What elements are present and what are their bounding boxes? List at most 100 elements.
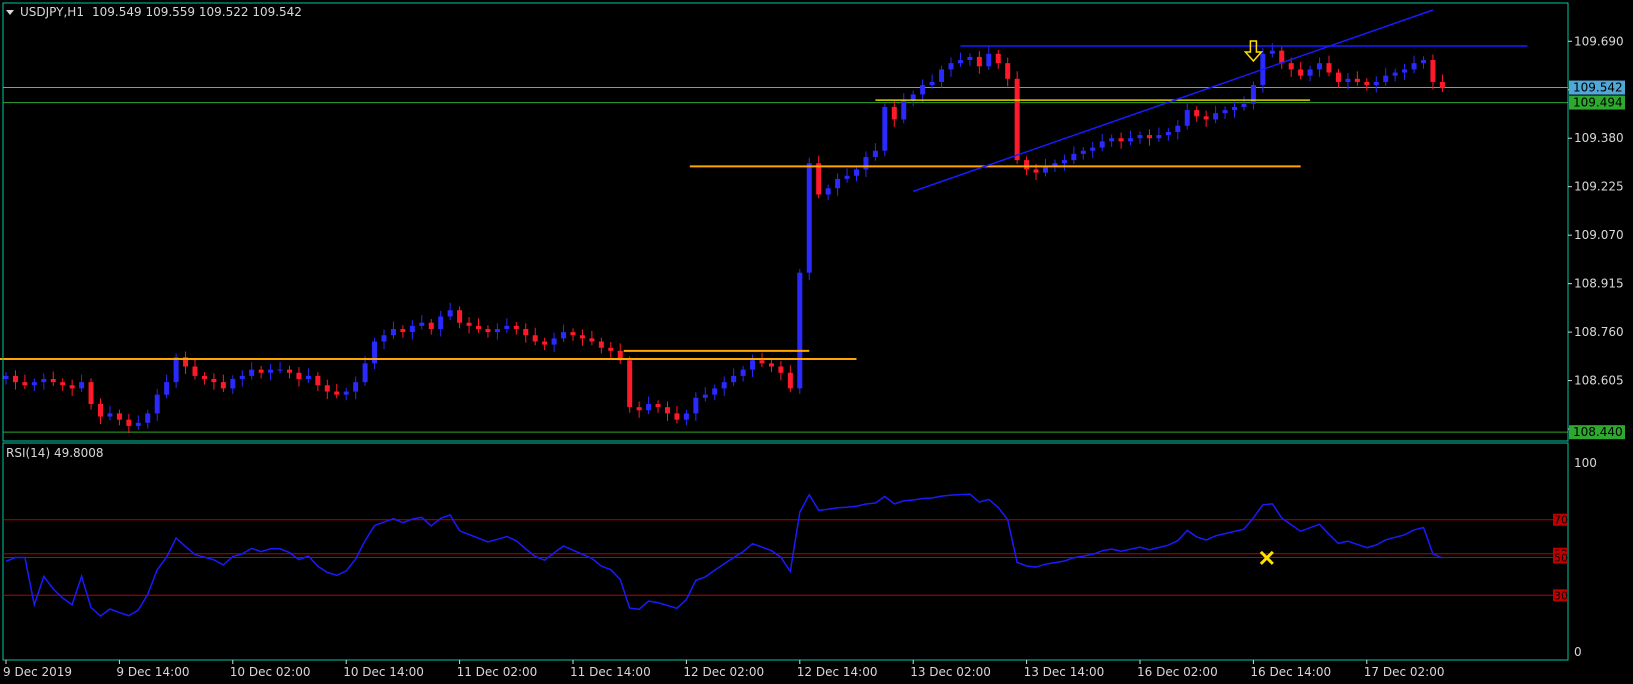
candle-body	[1439, 81, 1445, 89]
candle-body	[1137, 135, 1143, 139]
candle-body	[1080, 150, 1086, 154]
time-tick-label: 9 Dec 14:00	[116, 665, 189, 679]
candle-body	[712, 388, 718, 395]
candle-body	[570, 332, 576, 336]
candle-body	[107, 413, 113, 417]
price-tick-label: 108.760	[1574, 325, 1624, 339]
candle-body	[154, 394, 160, 414]
candle-body	[1421, 60, 1426, 64]
time-tick-label: 10 Dec 02:00	[230, 665, 311, 679]
candle-body	[41, 379, 47, 383]
candle-body	[69, 385, 75, 389]
candle-body	[797, 272, 803, 389]
candle-body	[22, 382, 28, 386]
candle-body	[995, 53, 1001, 64]
candle-body	[655, 404, 661, 408]
candle-body	[145, 413, 151, 423]
candle-body	[1288, 63, 1294, 70]
candle-body	[665, 407, 670, 414]
candle-body	[1279, 50, 1285, 64]
candle-body	[79, 382, 85, 389]
candle-body	[1014, 78, 1020, 161]
candle-body	[1033, 169, 1039, 173]
candle-body	[1345, 78, 1351, 82]
candle-body	[343, 391, 349, 395]
price-tick-label: 109.070	[1574, 228, 1624, 242]
rsi-max-label: 100	[1574, 456, 1597, 470]
candle-body	[806, 163, 812, 273]
candle-body	[173, 357, 179, 383]
candle-body	[1392, 72, 1398, 76]
candle-body	[353, 382, 359, 392]
rsi-min-label: 0	[1574, 645, 1582, 659]
candle-body	[192, 366, 198, 376]
candle-body	[466, 322, 472, 326]
candle-body	[438, 316, 444, 329]
candle-body	[844, 175, 850, 179]
candle-body	[494, 328, 500, 333]
candle-body	[116, 413, 122, 420]
candle-body	[476, 325, 481, 329]
candle-body	[1307, 69, 1313, 76]
candle-body	[98, 404, 103, 417]
candle	[627, 356, 633, 413]
candle-body	[126, 419, 132, 426]
candle-body	[731, 375, 737, 383]
time-tick-label: 11 Dec 02:00	[457, 665, 538, 679]
candle-body	[513, 325, 519, 329]
price-tick-label: 108.915	[1574, 277, 1624, 291]
candle-body	[1232, 106, 1237, 111]
time-tick-label: 16 Dec 14:00	[1250, 665, 1331, 679]
candle-body	[334, 391, 340, 395]
candle-body	[315, 375, 321, 386]
candle-body	[759, 360, 765, 364]
candle-body	[920, 85, 926, 95]
candle	[882, 103, 888, 157]
candle-body	[1269, 50, 1275, 54]
symbol-label: USDJPY,H1	[20, 5, 84, 19]
chart-header: USDJPY,H1 109.549 109.559 109.522 109.54…	[6, 5, 302, 19]
candle-body	[220, 382, 226, 389]
candle	[806, 157, 812, 281]
candle-body	[1241, 103, 1247, 107]
rsi-level-label: 70	[1554, 514, 1568, 527]
candle-body	[1326, 63, 1332, 73]
candle-body	[825, 188, 831, 195]
candle-body	[324, 385, 330, 392]
candle-body	[50, 379, 56, 383]
candle	[1014, 71, 1020, 164]
ohlc-values: 109.549 109.559 109.522 109.542	[92, 5, 302, 19]
candle-body	[1213, 113, 1219, 120]
rsi-label: RSI(14) 49.8008	[6, 446, 104, 460]
candle-body	[485, 328, 491, 333]
candle-body	[230, 379, 236, 389]
time-tick-label: 16 Dec 02:00	[1137, 665, 1218, 679]
candle-body	[201, 375, 207, 380]
candle-body	[683, 413, 689, 420]
candle-body	[872, 150, 878, 157]
candle-body	[287, 369, 292, 373]
candle-body	[1411, 63, 1417, 70]
price-tick-label: 108.605	[1574, 374, 1624, 388]
candle-body	[400, 328, 406, 333]
candle-body	[1118, 138, 1124, 142]
candle-body	[636, 407, 642, 411]
time-tick-label: 11 Dec 14:00	[570, 665, 651, 679]
candle-body	[1354, 78, 1360, 82]
candle-body	[1250, 85, 1256, 104]
candle-body	[787, 372, 793, 389]
candle-body	[901, 100, 907, 120]
candle-body	[948, 63, 954, 70]
candle-body	[1373, 81, 1379, 86]
candle-body	[693, 397, 699, 414]
candle-body	[428, 322, 434, 329]
usdjpy-h1-chart[interactable]: 109.690 109.380 109.225 109.070 108.915 108.7…	[0, 0, 1633, 684]
candle-body	[750, 360, 756, 370]
candle-body	[135, 422, 141, 426]
candle-body	[957, 60, 963, 64]
candle-body	[1383, 75, 1389, 82]
current-price-tag: 109.542	[1573, 81, 1623, 95]
candle-body	[1222, 110, 1228, 114]
candle-body	[863, 156, 869, 170]
candle-body	[390, 328, 396, 336]
